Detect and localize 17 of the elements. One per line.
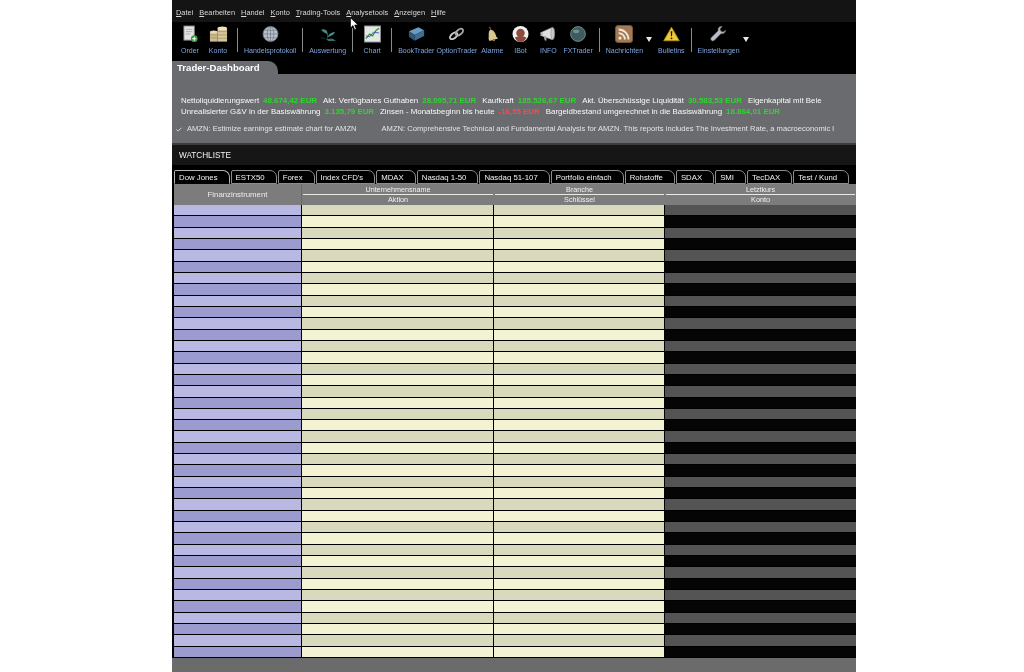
- book-icon: [406, 25, 426, 43]
- wrench-icon: [710, 25, 728, 43]
- line-chart-icon: [363, 25, 381, 43]
- caret-icon[interactable]: [742, 37, 749, 42]
- globe-icon: [261, 25, 279, 43]
- section-title: WATCHLISTE: [179, 150, 231, 160]
- check-icon: [176, 126, 182, 132]
- document-plus-icon: [182, 25, 198, 43]
- megaphone-icon: [539, 25, 557, 43]
- sphere-icon: [570, 25, 587, 43]
- rss-icon: [614, 25, 635, 43]
- coin-stack-icon: [208, 25, 228, 43]
- chain-link-icon: [448, 25, 466, 43]
- round-badge-icon: [511, 25, 529, 43]
- dashboard-tab[interactable]: Trader-Dashboard: [172, 61, 278, 74]
- caret-icon[interactable]: [646, 37, 653, 42]
- warning-icon: [662, 25, 680, 43]
